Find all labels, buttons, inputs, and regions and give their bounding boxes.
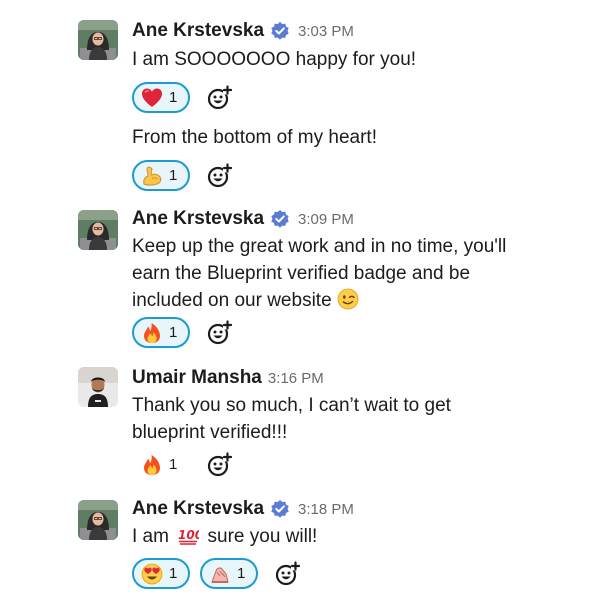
timestamp[interactable]: 3:18 PM bbox=[298, 501, 354, 518]
add-reaction-icon[interactable] bbox=[274, 561, 300, 587]
add-reaction-icon[interactable] bbox=[206, 320, 232, 346]
reaction-bar: 1 bbox=[132, 160, 232, 191]
avatar[interactable] bbox=[78, 20, 118, 60]
avatar[interactable] bbox=[78, 500, 118, 540]
author-name[interactable]: Ane Krstevska bbox=[132, 208, 264, 230]
verified-badge-icon bbox=[270, 499, 290, 519]
message-text: I am sure you will! bbox=[132, 523, 552, 550]
message-line: included on our website bbox=[132, 290, 332, 311]
reaction-count: 1 bbox=[169, 456, 178, 473]
custom-sloth-icon bbox=[209, 563, 231, 585]
reaction-count: 1 bbox=[169, 565, 178, 582]
message-text: Keep up the great work and in no time, y… bbox=[132, 233, 552, 314]
red-heart-icon bbox=[141, 87, 163, 109]
author-name[interactable]: Ane Krstevska bbox=[132, 498, 264, 520]
add-reaction-icon[interactable] bbox=[206, 452, 232, 478]
verified-badge-icon bbox=[270, 209, 290, 229]
reaction-count: 1 bbox=[237, 565, 246, 582]
message-text-after: sure you will! bbox=[207, 526, 318, 547]
avatar-image-umair bbox=[78, 367, 118, 407]
fire-icon bbox=[141, 454, 163, 476]
message-line: blueprint verified!!! bbox=[132, 422, 288, 443]
avatar-image-ane bbox=[78, 20, 118, 60]
message-line: earn the Blueprint verified badge and be bbox=[132, 263, 471, 284]
avatar-image-ane bbox=[78, 500, 118, 540]
reaction-bar: 1 1 bbox=[132, 558, 300, 589]
fire-icon bbox=[141, 322, 163, 344]
verified-badge-icon bbox=[270, 21, 290, 41]
message-text: Thank you so much, I can’t wait to get b… bbox=[132, 392, 552, 446]
timestamp[interactable]: 3:03 PM bbox=[298, 23, 354, 40]
message-line: Thank you so much, I can’t wait to get bbox=[132, 395, 451, 416]
flexed-biceps-icon bbox=[141, 165, 163, 187]
author-name[interactable]: Ane Krstevska bbox=[132, 20, 264, 42]
reaction-pill-biceps[interactable]: 1 bbox=[132, 160, 190, 191]
author-name[interactable]: Umair Mansha bbox=[132, 367, 262, 389]
reaction-pill-heart-eyes[interactable]: 1 bbox=[132, 558, 190, 589]
reaction-pill-heart[interactable]: 1 bbox=[132, 82, 190, 113]
reaction-pill-custom-sloth[interactable]: 1 bbox=[200, 558, 258, 589]
reaction-pill-fire[interactable]: 1 bbox=[132, 449, 190, 480]
message-line-with-emoji: included on our website bbox=[132, 287, 552, 314]
add-reaction-icon[interactable] bbox=[206, 163, 232, 189]
reaction-pill-fire[interactable]: 1 bbox=[132, 317, 190, 348]
hundred-points-icon bbox=[177, 524, 199, 546]
message-line: Keep up the great work and in no time, y… bbox=[132, 236, 507, 257]
winking-face-icon bbox=[337, 288, 359, 310]
reaction-count: 1 bbox=[169, 167, 178, 184]
reaction-bar: 1 bbox=[132, 82, 232, 113]
heart-eyes-icon bbox=[141, 563, 163, 585]
message-line: I am SOOOOOOO happy for you! bbox=[132, 49, 417, 70]
avatar-image-ane bbox=[78, 210, 118, 250]
avatar[interactable] bbox=[78, 210, 118, 250]
reaction-count: 1 bbox=[169, 324, 178, 341]
avatar[interactable] bbox=[78, 367, 118, 407]
timestamp[interactable]: 3:09 PM bbox=[298, 211, 354, 228]
add-reaction-icon[interactable] bbox=[206, 85, 232, 111]
followup-text: From the bottom of my heart! bbox=[132, 124, 552, 151]
timestamp[interactable]: 3:16 PM bbox=[268, 370, 324, 387]
reaction-count: 1 bbox=[169, 89, 178, 106]
message-line: From the bottom of my heart! bbox=[132, 127, 377, 148]
message-text: I am SOOOOOOO happy for you! bbox=[132, 46, 552, 73]
reaction-bar: 1 bbox=[132, 449, 232, 480]
message-text-before: I am bbox=[132, 526, 169, 547]
reaction-bar: 1 bbox=[132, 317, 232, 348]
